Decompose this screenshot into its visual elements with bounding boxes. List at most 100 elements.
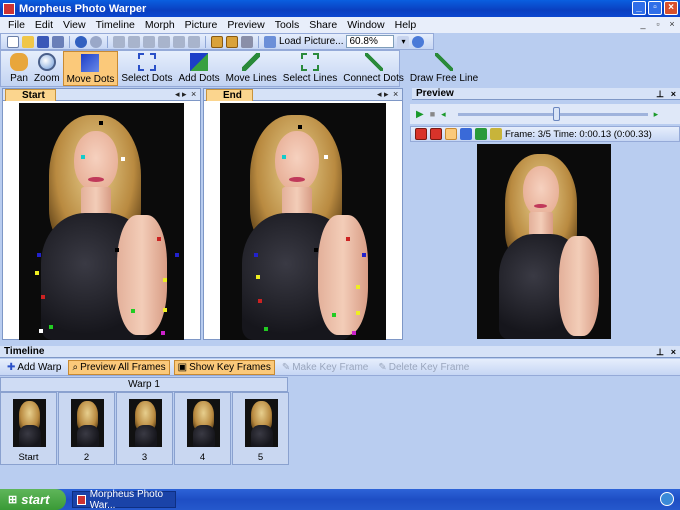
menu-picture[interactable]: Picture bbox=[185, 19, 218, 31]
panel-nav-arrows[interactable]: ◂ ▸ bbox=[377, 89, 389, 100]
start-image[interactable] bbox=[19, 103, 184, 340]
menu-help[interactable]: Help bbox=[395, 19, 417, 31]
tray-icon[interactable] bbox=[660, 492, 674, 506]
warp-dot[interactable] bbox=[121, 157, 125, 161]
undo-icon[interactable] bbox=[75, 35, 87, 48]
select-dots-button[interactable]: Select Dots bbox=[118, 51, 175, 86]
menu-edit[interactable]: Edit bbox=[35, 19, 53, 31]
menu-preview[interactable]: Preview bbox=[227, 19, 264, 31]
menu-file[interactable]: File bbox=[8, 19, 25, 31]
warp-dot[interactable] bbox=[356, 285, 360, 289]
timeline-frame[interactable]: 3 bbox=[116, 392, 173, 465]
preview-slider[interactable] bbox=[457, 106, 648, 121]
link-images-icon[interactable] bbox=[211, 35, 223, 48]
warp-dot[interactable] bbox=[175, 253, 179, 257]
menu-tools[interactable]: Tools bbox=[275, 19, 300, 31]
color-icon[interactable] bbox=[430, 128, 442, 140]
show-key-frames-button[interactable]: ▣ Show Key Frames bbox=[173, 359, 275, 375]
load-picture-icon[interactable] bbox=[264, 35, 276, 48]
tab-start[interactable]: Start bbox=[5, 89, 56, 101]
menu-window[interactable]: Window bbox=[347, 19, 384, 31]
record-icon[interactable] bbox=[415, 128, 427, 140]
rotate-icon[interactable] bbox=[188, 35, 200, 48]
new-file-icon[interactable] bbox=[7, 35, 19, 48]
save-icon[interactable] bbox=[37, 35, 49, 48]
mdi-restore-button[interactable]: ▫ bbox=[651, 18, 665, 31]
frames-icon[interactable] bbox=[460, 128, 472, 140]
step-forward-icon[interactable]: ▸ bbox=[654, 109, 659, 120]
warp-dot[interactable] bbox=[346, 237, 350, 241]
mdi-minimize-button[interactable]: _ bbox=[636, 18, 650, 31]
settings-icon[interactable] bbox=[490, 128, 502, 140]
make-key-frame-button[interactable]: ✎ Make Key Frame bbox=[279, 361, 372, 374]
warp-dot[interactable] bbox=[264, 327, 268, 331]
warp-dot[interactable] bbox=[37, 253, 41, 257]
warp-dot[interactable] bbox=[115, 248, 119, 252]
warp-dot[interactable] bbox=[352, 331, 356, 335]
cut-icon[interactable] bbox=[113, 35, 125, 48]
draw-free-line-button[interactable]: Draw Free Line bbox=[407, 51, 481, 86]
zoom-button[interactable]: Zoom bbox=[31, 51, 63, 86]
step-back-icon[interactable]: ◂ bbox=[441, 109, 446, 120]
maximize-button[interactable]: ▫ bbox=[648, 1, 662, 15]
copy-icon[interactable] bbox=[128, 35, 140, 48]
save-all-icon[interactable] bbox=[52, 35, 64, 48]
preview-all-frames-button[interactable]: ⌕ Preview All Frames bbox=[68, 359, 170, 375]
timeline-frame[interactable]: 2 bbox=[58, 392, 115, 465]
warp-dot[interactable] bbox=[81, 155, 85, 159]
start-button[interactable]: ⊞ start bbox=[0, 489, 66, 510]
select-lines-button[interactable]: Select Lines bbox=[280, 51, 340, 86]
end-image[interactable] bbox=[220, 103, 386, 340]
add-warp-button[interactable]: ✚ Add Warp bbox=[4, 361, 64, 374]
menu-timeline[interactable]: Timeline bbox=[96, 19, 135, 31]
loop-icon[interactable] bbox=[475, 128, 487, 140]
timeline-frame[interactable]: 5 bbox=[232, 392, 289, 465]
warp-dot[interactable] bbox=[332, 313, 336, 317]
warp-dot[interactable] bbox=[157, 237, 161, 241]
pin-icon[interactable]: ⊥ bbox=[656, 346, 664, 358]
warp-dot[interactable] bbox=[49, 325, 53, 329]
sync-images-icon[interactable] bbox=[226, 35, 238, 48]
crop-icon[interactable] bbox=[241, 35, 253, 48]
warp-dot[interactable] bbox=[256, 275, 260, 279]
taskbar-item[interactable]: Morpheus Photo War... bbox=[72, 489, 176, 510]
warp-dot[interactable] bbox=[314, 248, 318, 252]
warp-dot[interactable] bbox=[282, 155, 286, 159]
warp-dot[interactable] bbox=[41, 295, 45, 299]
open-folder-icon[interactable] bbox=[22, 35, 34, 48]
mdi-close-button[interactable]: × bbox=[665, 18, 679, 31]
warp-dot[interactable] bbox=[362, 253, 366, 257]
play-icon[interactable]: ▶ bbox=[416, 109, 424, 120]
panel-close-icon[interactable]: × bbox=[191, 89, 196, 100]
flip-icon[interactable] bbox=[173, 35, 185, 48]
warp-dot[interactable] bbox=[324, 155, 328, 159]
timeline-frame[interactable]: Start bbox=[0, 392, 57, 465]
warp-dot[interactable] bbox=[254, 253, 258, 257]
warp-dot[interactable] bbox=[258, 299, 262, 303]
warp-dot[interactable] bbox=[163, 278, 167, 282]
stop-icon[interactable]: ■ bbox=[430, 109, 435, 119]
menu-morph[interactable]: Morph bbox=[145, 19, 175, 31]
zoom-select[interactable]: 60.8% bbox=[346, 35, 395, 48]
warp-dot[interactable] bbox=[161, 331, 165, 335]
minimize-button[interactable]: _ bbox=[632, 1, 646, 15]
move-dots-button[interactable]: Move Dots bbox=[62, 51, 119, 86]
warp-dot[interactable] bbox=[99, 121, 103, 125]
warp-header[interactable]: Warp 1 bbox=[0, 377, 288, 392]
panel-close-icon[interactable]: × bbox=[393, 89, 398, 100]
chevron-down-icon[interactable]: ▾ bbox=[397, 35, 410, 48]
warp-dot[interactable] bbox=[35, 271, 39, 275]
help-icon[interactable] bbox=[412, 35, 425, 48]
paste-icon[interactable] bbox=[143, 35, 155, 48]
load-picture-button[interactable]: Load Picture... bbox=[279, 36, 343, 47]
warp-dot[interactable] bbox=[298, 125, 302, 129]
warp-dot[interactable] bbox=[39, 329, 43, 333]
timeline-frame[interactable]: 4 bbox=[174, 392, 231, 465]
move-lines-button[interactable]: Move Lines bbox=[223, 51, 280, 86]
warp-dot[interactable] bbox=[131, 309, 135, 313]
menu-share[interactable]: Share bbox=[309, 19, 337, 31]
delete-key-frame-button[interactable]: ✎ Delete Key Frame bbox=[375, 361, 472, 374]
export-icon[interactable] bbox=[445, 128, 457, 140]
close-button[interactable]: × bbox=[664, 1, 678, 15]
delete-icon[interactable] bbox=[158, 35, 170, 48]
